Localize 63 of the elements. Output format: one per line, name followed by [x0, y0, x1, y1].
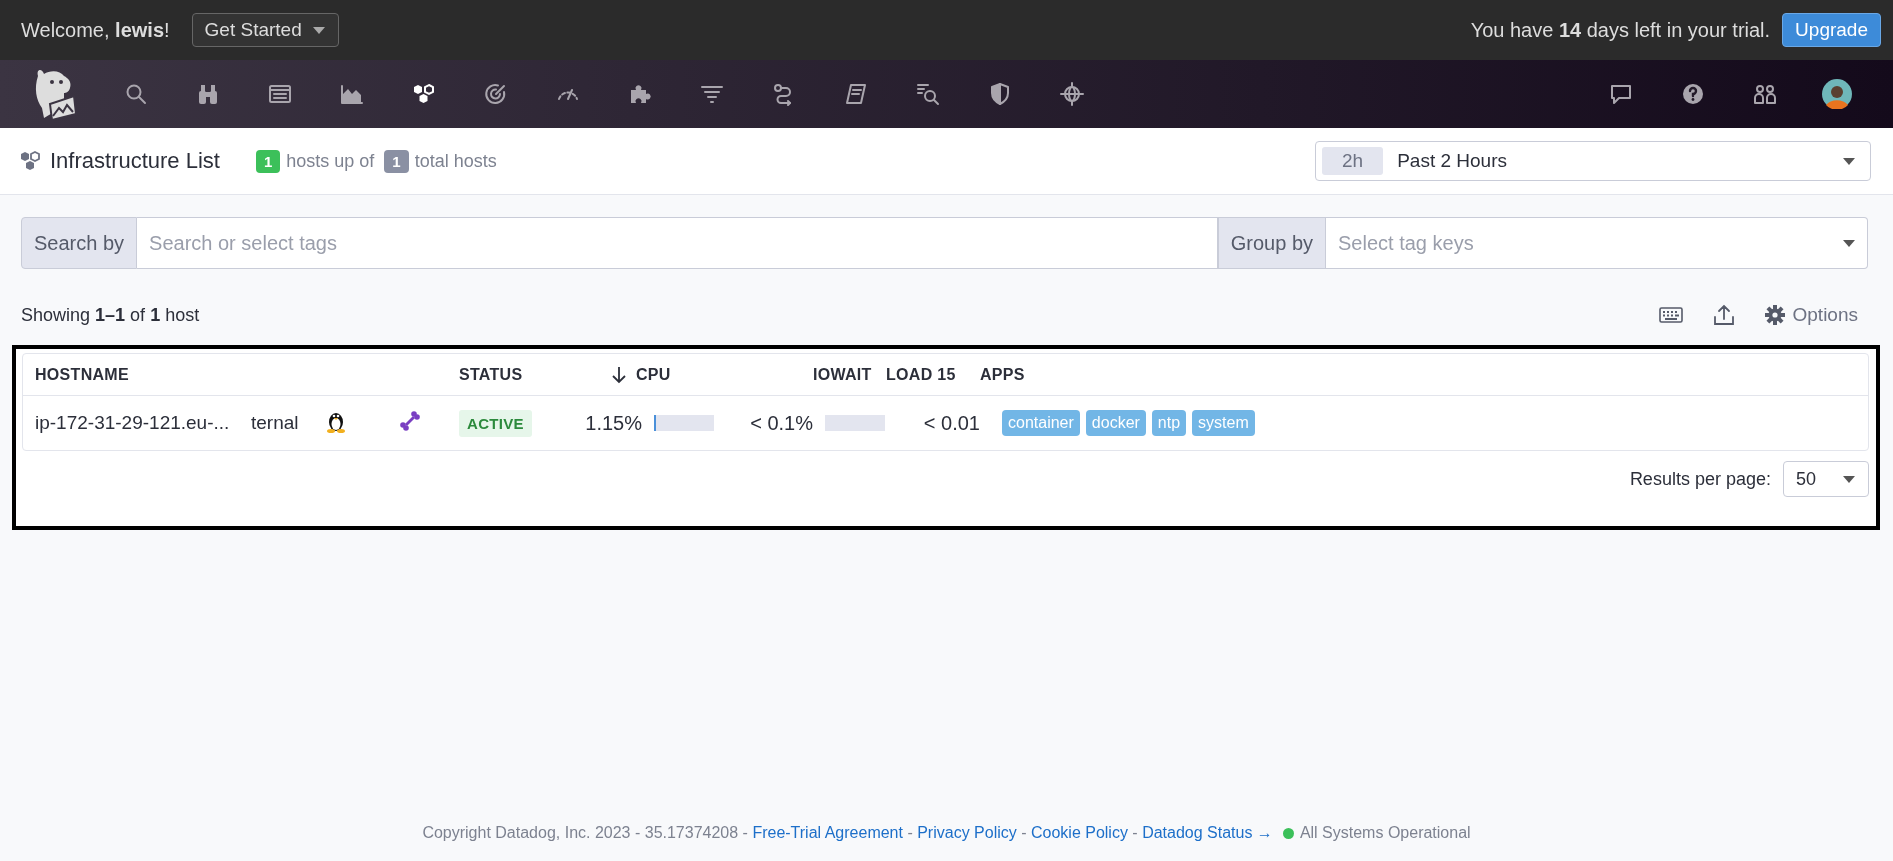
list-window-icon[interactable]	[268, 82, 292, 106]
binoculars-icon[interactable]	[196, 82, 220, 106]
people-icon[interactable]	[1753, 82, 1777, 106]
group-by-label: Group by	[1217, 217, 1326, 269]
caret-icon	[311, 25, 326, 35]
globe-network-icon[interactable]	[1060, 82, 1084, 106]
chat-icon[interactable]	[1609, 82, 1633, 106]
footer-link[interactable]: Free-Trial Agreement	[752, 824, 903, 841]
search-by-label: Search by	[21, 217, 138, 269]
hexagons-icon	[20, 151, 42, 171]
results-per-page-label: Results per page:	[1629, 468, 1771, 490]
showing-count: Showing 1–1 of 1 host	[21, 304, 200, 326]
target-icon[interactable]	[484, 82, 508, 106]
area-chart-icon[interactable]	[340, 82, 364, 106]
column-header[interactable]: CPU	[612, 365, 714, 384]
page-title: Infrastructure List	[50, 148, 220, 174]
upload-icon[interactable]	[1712, 304, 1735, 326]
load-value: < 0.01	[922, 411, 980, 435]
puzzle-icon[interactable]	[628, 82, 652, 106]
column-header[interactable]: HOSTNAME	[35, 365, 251, 384]
total-hosts-count: 1	[384, 149, 409, 173]
trial-notice: You have 14 days left in your trial.	[1470, 18, 1771, 42]
status-badge: ACTIVE	[459, 409, 532, 437]
cpu-bar	[654, 415, 714, 431]
keyboard-icon[interactable]	[1658, 307, 1683, 323]
system-status-text: All Systems Operational	[1299, 824, 1471, 842]
hostname-link[interactable]: ip-172-31-29-121.eu-...	[35, 412, 251, 434]
iowait-value: < 0.1%	[749, 411, 813, 435]
duration-badge: 2h	[1322, 147, 1384, 175]
status-dot	[1282, 827, 1294, 839]
upgrade-button[interactable]: Upgrade	[1782, 13, 1881, 47]
options-button[interactable]: Options	[1764, 304, 1858, 326]
caret-icon	[1842, 239, 1856, 248]
footer-link[interactable]: Datadog Status →	[1142, 824, 1273, 841]
gear-icon	[1764, 305, 1785, 325]
results-per-page-select[interactable]: 50	[1782, 461, 1869, 497]
help-icon[interactable]	[1681, 82, 1705, 106]
get-started-button[interactable]: Get Started	[191, 13, 339, 47]
total-hosts-label: total hosts	[414, 150, 497, 172]
book-icon[interactable]	[844, 82, 868, 106]
column-header[interactable]: LOAD 15	[886, 365, 980, 384]
search-field[interactable]: Search or select tags	[137, 217, 1218, 269]
footer-link[interactable]: Cookie Policy	[1030, 824, 1128, 841]
hexagons-icon[interactable]	[412, 82, 436, 106]
host-alias: ternal	[251, 412, 300, 434]
avatar-icon[interactable]	[1822, 79, 1852, 109]
bone-icon	[399, 409, 421, 432]
column-header[interactable]: STATUS	[459, 365, 562, 384]
column-header[interactable]: APPS	[980, 365, 1868, 384]
hosts-up-count: 1	[255, 149, 281, 173]
copyright-text: Copyright Datadog, Inc. 2023 - 35.17374208 - Free-Trial Agreement - Privacy Policy - Cookie Policy - Datadog Status →	[422, 824, 1273, 842]
footer-link[interactable]: Privacy Policy	[917, 824, 1017, 841]
group-by-select[interactable]: Select tag keys	[1326, 217, 1868, 269]
shield-icon[interactable]	[988, 82, 1012, 106]
caret-icon	[1842, 474, 1856, 484]
column-header[interactable]: IOWAIT	[813, 365, 886, 384]
search-icon[interactable]	[124, 82, 148, 106]
caret-icon	[1842, 156, 1856, 166]
cpu-value: 1.15%	[584, 411, 642, 435]
search-list-icon[interactable]	[916, 82, 940, 106]
hosts-up-label: hosts up of	[286, 150, 375, 172]
time-range-select[interactable]: 2h Past 2 Hours	[1315, 141, 1871, 181]
welcome-text: Welcome, lewis!	[21, 18, 170, 42]
